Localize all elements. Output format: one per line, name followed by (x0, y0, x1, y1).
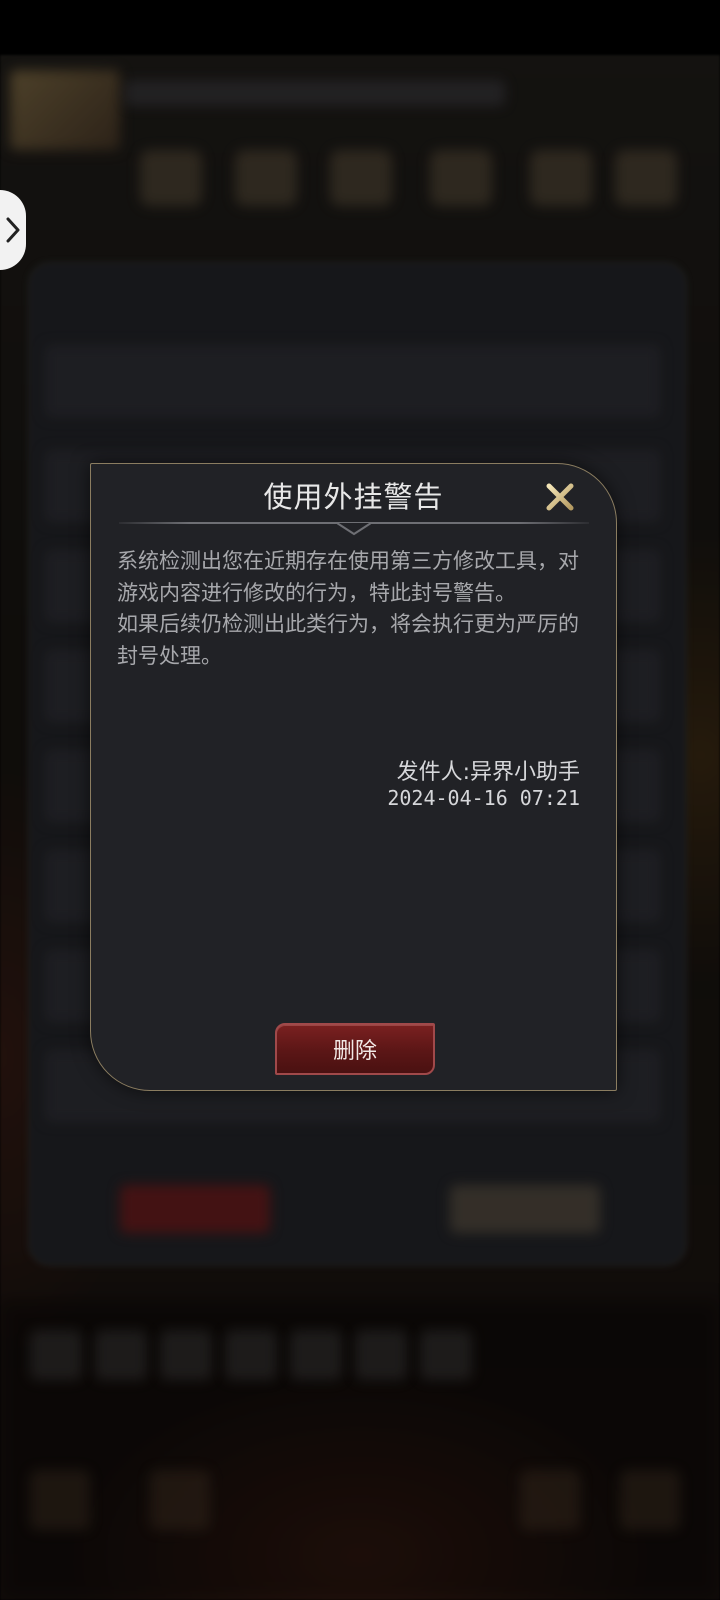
delete-button[interactable]: 删除 (275, 1023, 435, 1075)
dialog-message: 系统检测出您在近期存在使用第三方修改工具，对游戏内容进行修改的行为，特此封号警告… (117, 549, 579, 668)
warning-dialog: 使用外挂警告 系统检测出您在近期存在使用第三方修改工具，对游戏内容进行修改的行为… (90, 463, 617, 1091)
mail-timestamp: 2024-04-16 07:21 (387, 786, 580, 810)
divider-notch-icon (337, 522, 371, 536)
sender-label: 发件人:异界小助手 (396, 760, 580, 785)
dialog-title: 使用外挂警告 (263, 480, 444, 514)
close-icon[interactable] (543, 480, 577, 514)
chevron-right-icon (6, 217, 20, 243)
